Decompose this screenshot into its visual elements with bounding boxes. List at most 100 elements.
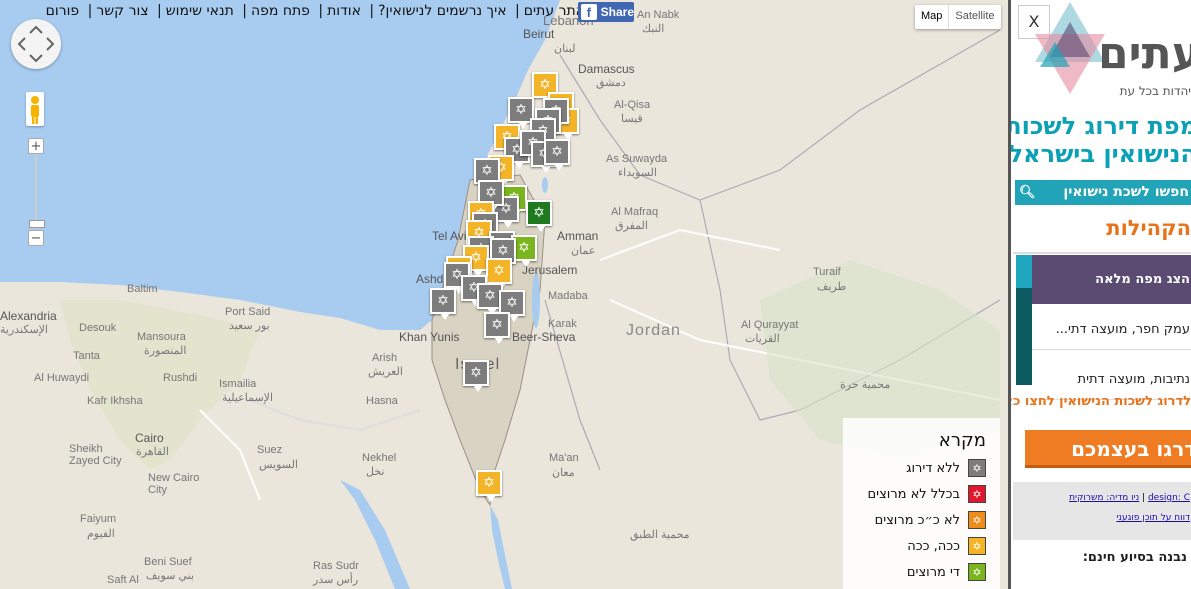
map-label-nekhel-ar: نخل xyxy=(366,466,385,478)
map-label-al-mafraq: Al Mafraq xyxy=(611,206,659,218)
map-label-karak: Karak xyxy=(548,318,577,330)
map-label-safaga: Saft Al xyxy=(107,574,139,586)
section-title: הקהילות xyxy=(1106,216,1191,240)
zoom-slider-handle[interactable] xyxy=(29,220,45,228)
map-label-damascus-ar: دمشق xyxy=(596,77,626,89)
map-legend: מקרא ✡ ללא דירוג ✡ בכלל לא מרוצים ✡ לא כ… xyxy=(843,418,1000,589)
zoom-slider-track[interactable] xyxy=(35,155,37,229)
map-area[interactable]: Beirut Lebanon لبنان Damascus دمشق An Na… xyxy=(0,0,1008,589)
map-label-beirut: Beirut xyxy=(523,27,555,41)
map-label-faiyum-ar: الفيوم xyxy=(87,528,115,540)
map-type-satellite-button[interactable]: Satellite xyxy=(948,5,1000,29)
legend-swatch-so-so-icon: ✡ xyxy=(968,537,986,555)
map-label-cairo: Cairo xyxy=(135,431,164,445)
map-label-amman: Amman xyxy=(557,229,599,243)
community-list: הצג מפה מלאה עמק חפר, מועצה דתי... נתיבו… xyxy=(1013,252,1191,400)
search-input[interactable]: 🔍︎ חפשו לשכת נישואין xyxy=(1015,180,1191,205)
panel-headline: מפת דירוג לשכות הנישואין בישראל xyxy=(1008,112,1191,168)
map-label-amman-ar: عمان xyxy=(571,245,596,257)
map-type-map-button[interactable]: Map xyxy=(915,5,948,29)
legend-row: ✡ ללא דירוג xyxy=(843,455,1000,481)
location-marker-icon[interactable]: ✡ xyxy=(526,200,552,232)
headline-line-1: מפת דירוג לשכות xyxy=(1008,112,1191,140)
map-label-ismailia-ar: الإسماعيلية xyxy=(222,392,273,404)
facebook-share-button[interactable]: f Share xyxy=(578,2,634,22)
map-label-maan: Ma'an xyxy=(549,452,579,464)
show-full-map-item[interactable]: הצג מפה מלאה xyxy=(1032,255,1191,304)
map-label-baltim: Baltim xyxy=(127,283,158,295)
location-marker-icon[interactable]: ✡ xyxy=(463,360,489,392)
map-type-control: Map Satellite xyxy=(915,5,1001,29)
sponsor-text: נבנה בסיוע חינם: xyxy=(1082,550,1187,565)
legend-label: בכלל לא מרוצים xyxy=(867,486,960,502)
map-label-port-said-ar: بور سعيد xyxy=(229,320,270,332)
legend-title: מקרא xyxy=(938,430,986,451)
map-label-al-qisa: Al-Qisa xyxy=(614,99,651,111)
map-label-alexandria: Alexandria xyxy=(0,309,57,323)
location-marker-icon[interactable]: ✡ xyxy=(484,312,510,344)
map-label-hasna: Hasna xyxy=(366,395,398,407)
facebook-icon: f xyxy=(581,4,597,20)
map-label-suez-ar: السويس xyxy=(259,459,298,471)
location-marker-icon[interactable]: ✡ xyxy=(476,470,502,502)
legend-label: ללא דירוג xyxy=(906,460,960,476)
nav-link-contact[interactable]: צור קשר xyxy=(96,3,148,19)
zoom-out-button[interactable]: − xyxy=(28,230,44,246)
rate-yourself-button[interactable]: דרגו בעצמכם xyxy=(1025,430,1191,468)
location-marker-icon[interactable]: ✡ xyxy=(430,288,456,320)
map-label-al-qurayyat-ar: القريات xyxy=(745,333,780,345)
map-label-al-qisa-ar: قيسا xyxy=(621,113,643,125)
map-label-reserve-2: محمية الطبق xyxy=(630,529,690,541)
report-abuse-link[interactable]: דווח על תוכן פוגעני xyxy=(1116,513,1190,523)
map-label-new-cairo: New Cairo City xyxy=(148,472,200,496)
map-label-jordan: Jordan xyxy=(626,322,681,339)
map-label-al-mafraq-ar: المفرق xyxy=(615,220,648,232)
location-marker-icon[interactable]: ✡ xyxy=(486,258,512,290)
pan-control[interactable] xyxy=(11,19,61,69)
street-view-pegman-icon[interactable] xyxy=(26,92,44,126)
map-label-nekhel: Nekhel xyxy=(362,452,397,464)
credit-media-link[interactable]: ניו מדיה: משרוקית xyxy=(1069,493,1139,503)
map-label-beni-suef-ar: بني سويف xyxy=(146,570,194,582)
zoom-in-button[interactable]: + xyxy=(28,138,44,154)
map-label-arish-ar: العريش xyxy=(368,366,403,378)
nav-link-terms[interactable]: תנאי שימוש xyxy=(166,3,234,19)
credit-design-link[interactable]: design: C xyxy=(1148,493,1190,503)
legend-label: לא כ״כ מרוצים xyxy=(874,512,960,528)
legend-row: ✡ די מרוצים xyxy=(843,559,1000,585)
legend-row: ✡ לא כ״כ מרוצים xyxy=(843,507,1000,533)
map-label-an-nabk: An Nabk xyxy=(637,9,680,21)
map-label-lebanon-ar: لبنان xyxy=(554,43,576,55)
map-label-ras-sudr-ar: رأس سدر xyxy=(313,574,359,586)
map-label-reserve: محمية حرة xyxy=(840,379,891,391)
rate-cta-text[interactable]: לדרוג לשכות הנישואין לחצו כאן xyxy=(1011,394,1191,409)
map-label-beni-suef: Beni Suef xyxy=(144,556,192,568)
map-label-ras-sudr: Ras Sudr xyxy=(313,560,359,572)
map-label-cairo-ar: القاهرة xyxy=(136,446,169,458)
map-label-faiyum: Faiyum xyxy=(80,513,117,525)
headline-line-2: הנישואין בישראל xyxy=(1008,140,1191,168)
location-marker-icon[interactable]: ✡ xyxy=(544,139,570,171)
nav-link-about[interactable]: אודות xyxy=(327,3,361,19)
map-label-desouk: Desouk xyxy=(79,322,117,334)
nav-link-forum[interactable]: פורום xyxy=(46,3,80,19)
top-nav: לאתר עתים| איך נרשמים לנישואין?| אודות| … xyxy=(45,3,593,19)
nav-link-how-register[interactable]: איך נרשמים לנישואין? xyxy=(378,3,506,19)
map-label-turaif: Turaif xyxy=(813,266,841,278)
map-label-suez: Suez xyxy=(257,444,283,456)
list-item[interactable]: עמק חפר, מועצה דתי... xyxy=(1032,310,1191,350)
map-label-an-nabk-ar: النبك xyxy=(642,23,665,35)
legend-label: ככה, ככה xyxy=(907,538,960,554)
legend-row: ✡ ככה, ככה xyxy=(843,533,1000,559)
map-label-turaif-ar: طريف xyxy=(817,281,847,293)
map-label-arish: Arish xyxy=(372,352,398,364)
nav-link-open-map[interactable]: פתח מפה xyxy=(251,3,310,19)
list-accent-top xyxy=(1016,255,1032,288)
search-icon[interactable]: 🔍︎ xyxy=(1019,180,1036,205)
map-label-kafr-ikhsha: Kafr Ikhsha xyxy=(87,395,143,407)
map-label-maan-ar: معان xyxy=(552,467,575,479)
search-placeholder: חפשו לשכת נישואין xyxy=(1063,184,1189,200)
side-panel: X עתים יהדות בכל עת מפת דירוג לשכות הניש… xyxy=(1008,0,1191,589)
pan-arrows-icon xyxy=(17,25,55,63)
atim-logo-icon xyxy=(1035,2,1105,94)
